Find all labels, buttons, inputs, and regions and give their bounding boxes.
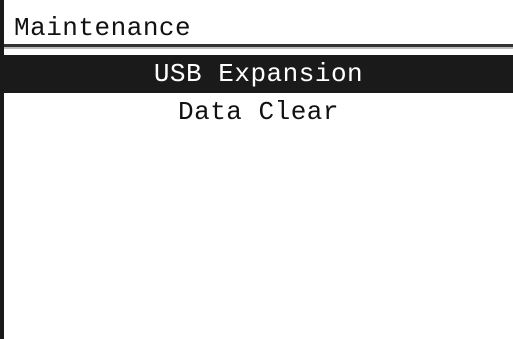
menu-item-data-clear[interactable]: Data Clear (4, 93, 513, 131)
screen-title: Maintenance (14, 13, 192, 43)
title-bar: Maintenance (4, 0, 513, 44)
maintenance-menu: USB Expansion Data Clear (4, 55, 513, 131)
title-divider-shadow (4, 47, 513, 49)
maintenance-screen: Maintenance USB Expansion Data Clear (0, 0, 513, 339)
menu-item-usb-expansion[interactable]: USB Expansion (4, 55, 513, 93)
screen-left-border (0, 0, 4, 339)
